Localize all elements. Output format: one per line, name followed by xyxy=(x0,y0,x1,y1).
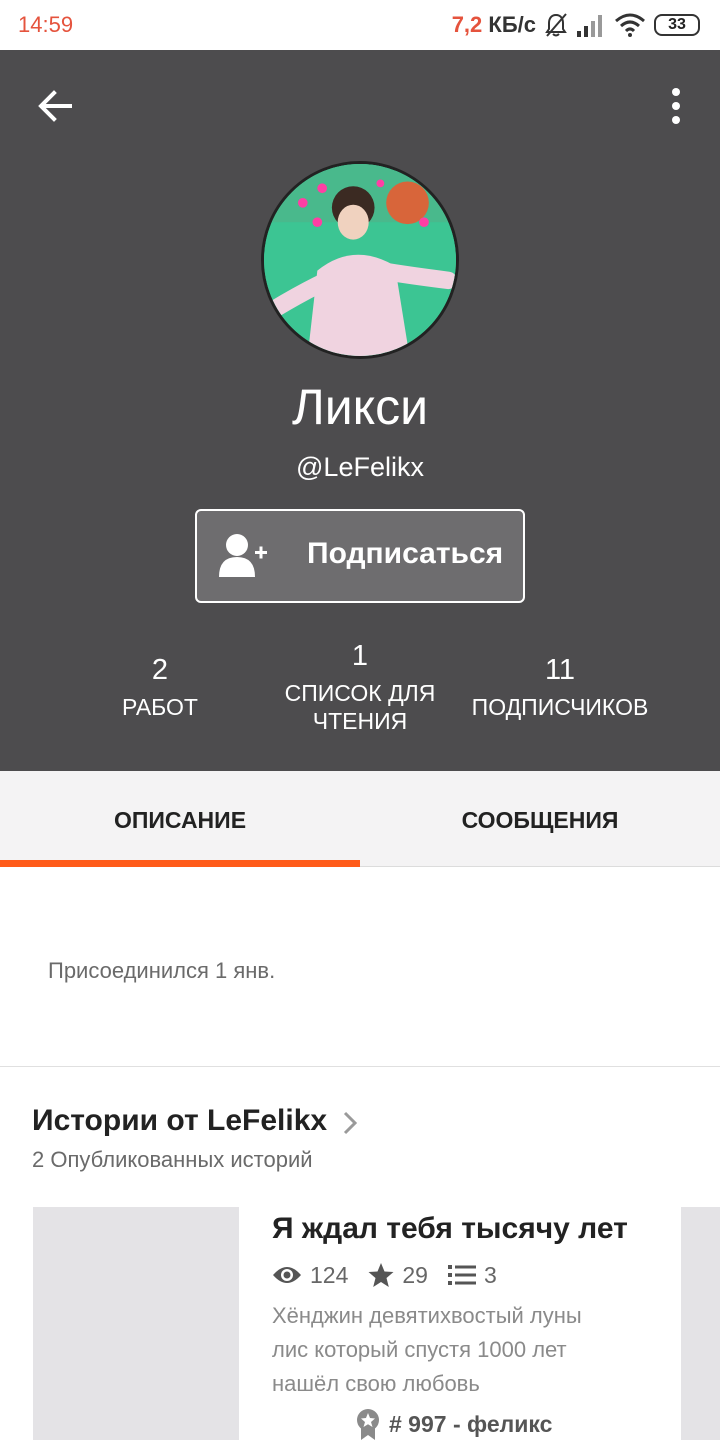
arrow-left-icon[interactable] xyxy=(36,86,76,126)
stat-followers[interactable]: 11 ПОДПИСЧИКОВ xyxy=(460,654,660,721)
story-rank[interactable]: # 997 - феликс xyxy=(355,1408,552,1440)
more-vert-icon[interactable] xyxy=(666,86,686,126)
stories-count: 2 Опубликованных историй xyxy=(32,1147,313,1172)
story-views: 124 xyxy=(310,1261,349,1288)
next-story-cover[interactable] xyxy=(681,1207,720,1440)
tab-about[interactable]: ОПИСАНИЕ xyxy=(0,771,360,867)
stat-reading-lists[interactable]: 1 СПИСОК ДЛЯ ЧТЕНИЯ xyxy=(270,640,450,735)
story-description-line: лис который спустя 1000 лет xyxy=(272,1337,567,1362)
avatar[interactable] xyxy=(261,161,459,359)
status-indicators: 7,2 КБ/с 33 xyxy=(452,10,700,40)
network-speed-value: 7,2 xyxy=(451,12,483,37)
follow-label: Подписаться xyxy=(307,537,504,570)
username: @LeFelikx xyxy=(296,452,424,482)
story-description: Хёнджин девятихвостый луны лис который с… xyxy=(272,1299,672,1401)
stat-reading-lists-value: 1 xyxy=(351,640,369,672)
stat-reading-lists-label-line1: СПИСОК ДЛЯ xyxy=(284,680,436,706)
status-bar: 14:59 7,2 КБ/с 33 xyxy=(0,0,720,50)
section-divider xyxy=(0,1066,720,1067)
eye-icon xyxy=(273,1267,301,1283)
stat-followers-label: ПОДПИСЧИКОВ xyxy=(471,694,649,720)
stories-section-title[interactable]: Истории от LeFelikx xyxy=(32,1104,327,1138)
tab-messages[interactable]: СООБЩЕНИЯ xyxy=(360,771,720,867)
story-description-line: нашёл свою любовь xyxy=(272,1371,480,1396)
signal-icon xyxy=(577,15,602,37)
add-user-icon xyxy=(219,534,267,577)
story-parts: 3 xyxy=(483,1261,497,1288)
ribbon-icon xyxy=(357,1409,379,1440)
network-speed: 7,2 КБ/с xyxy=(452,12,536,38)
joined-date: Присоединился 1 янв. xyxy=(48,958,276,983)
active-tab-indicator xyxy=(0,860,360,867)
display-name: Ликси xyxy=(291,379,429,435)
network-speed-unit: КБ/с xyxy=(488,12,536,37)
story-description-line: Хёнджин девятихвостый луны xyxy=(272,1303,582,1328)
battery-indicator: 33 xyxy=(654,14,700,36)
stat-works-label: РАБОТ xyxy=(122,694,198,720)
story-rank-label: # 997 - феликс xyxy=(389,1410,553,1437)
status-time: 14:59 xyxy=(18,12,74,37)
mute-bell-icon xyxy=(545,13,567,37)
story-votes: 29 xyxy=(402,1261,428,1288)
story-title[interactable]: Я ждал тебя тысячу лет xyxy=(272,1212,628,1246)
wifi-icon xyxy=(615,13,645,37)
follow-button[interactable]: Подписаться xyxy=(195,509,525,603)
story-cover[interactable] xyxy=(33,1207,239,1440)
stat-works[interactable]: 2 РАБОТ xyxy=(80,654,240,721)
profile-tabs: ОПИСАНИЕ СООБЩЕНИЯ xyxy=(0,771,720,867)
stat-reading-lists-label-line2: ЧТЕНИЯ xyxy=(312,708,408,734)
profile-header: Ликси @LeFelikx Подписаться 2 РАБОТ 1 СП… xyxy=(0,50,720,771)
chevron-right-icon[interactable] xyxy=(340,1110,360,1136)
star-icon xyxy=(368,1263,394,1287)
avatar-image xyxy=(264,164,456,356)
stat-works-value: 2 xyxy=(151,654,169,686)
story-stats: 124 29 3 xyxy=(272,1260,517,1290)
stat-followers-value: 11 xyxy=(544,654,576,686)
list-icon xyxy=(447,1265,476,1285)
